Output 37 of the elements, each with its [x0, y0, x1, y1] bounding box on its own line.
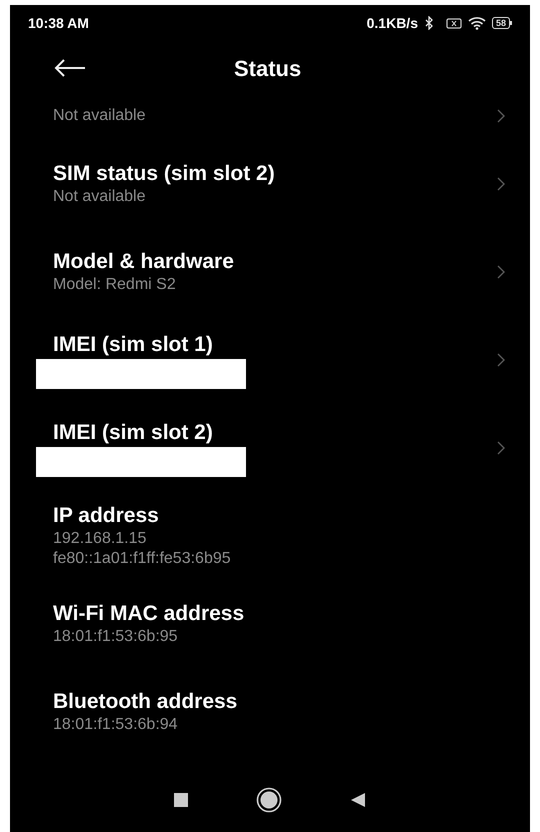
item-title: IP address — [53, 503, 160, 529]
settings-item[interactable]: Not available — [10, 98, 530, 140]
settings-item[interactable]: Bluetooth address 18:01:f1:53:6b:94 — [10, 668, 530, 756]
page-title: Status — [234, 54, 302, 82]
settings-item[interactable]: IMEI (sim slot 2) — [10, 404, 530, 492]
chevron-icon — [497, 353, 506, 367]
item-title: SIM status (sim slot 2) — [53, 161, 276, 187]
network-speed: 0.1KB/s — [366, 14, 418, 32]
item-title: Model & hardware — [53, 249, 235, 275]
settings-item[interactable]: Wi-Fi MAC address 18:01:f1:53:6b:95 — [10, 580, 530, 668]
chevron-icon — [497, 441, 506, 455]
settings-item[interactable]: IMEI (sim slot 1) — [10, 316, 530, 404]
back-icon[interactable] — [350, 792, 366, 808]
sim-icon — [446, 18, 462, 28]
settings-item[interactable]: IP address 192.168.1.15 fe80::1a01:f1ff:fe53:6b95 — [10, 492, 530, 580]
home-icon[interactable] — [256, 787, 282, 813]
item-title: Wi-Fi MAC address — [53, 601, 246, 627]
back-arrow-icon[interactable] — [54, 59, 86, 77]
item-value: Not available — [53, 187, 146, 207]
settings-item[interactable]: SIM status (sim slot 2) Not available — [10, 140, 530, 228]
item-value: 18:01:f1:53:6b:94 — [53, 715, 179, 735]
item-title: IMEI (sim slot 1) — [53, 332, 214, 358]
item-title: Bluetooth address — [53, 689, 238, 715]
status-time: 10:38 AM — [28, 14, 89, 32]
item-value: 192.168.1.15 — [53, 529, 148, 549]
settings-item[interactable]: Model & hardware Model: Redmi S2 — [10, 228, 530, 316]
bluetooth-icon — [424, 16, 434, 30]
chevron-icon — [497, 109, 506, 123]
chevron-icon — [497, 177, 506, 191]
battery-icon: 58 — [492, 17, 512, 29]
item-title: IMEI (sim slot 2) — [53, 420, 214, 446]
item-value: 18:01:f1:53:6b:95 — [53, 627, 179, 647]
item-value: Not available — [53, 106, 146, 126]
item-value: Model: Redmi S2 — [53, 275, 177, 295]
item-value: fe80::1a01:f1ff:fe53:6b95 — [53, 549, 232, 569]
chevron-icon — [497, 265, 506, 279]
wifi-icon — [468, 16, 486, 30]
